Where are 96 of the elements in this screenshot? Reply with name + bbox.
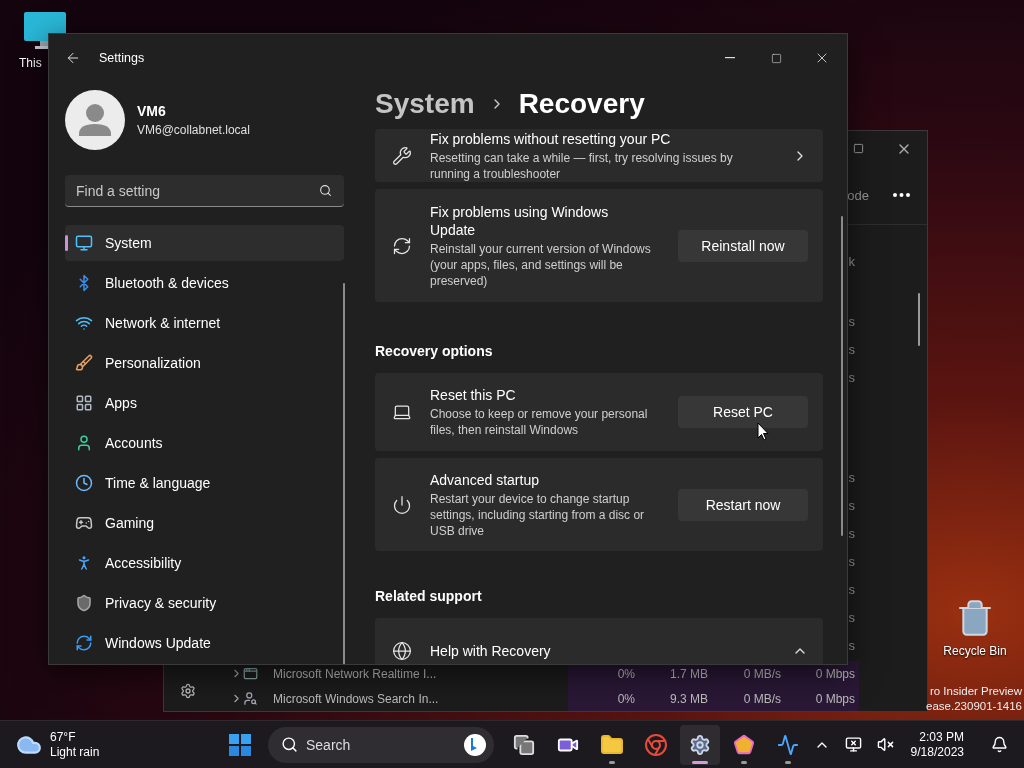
shield-icon: [75, 594, 93, 612]
card-title: Help with Recovery: [430, 642, 551, 660]
person-icon: [75, 434, 93, 452]
column-header-text: k: [848, 254, 855, 269]
user-name: VM6: [137, 103, 167, 119]
nav-item[interactable]: Time & language: [65, 465, 344, 501]
table-cell: 0%: [568, 686, 639, 711]
user-email: VM6@collabnet.local: [137, 123, 250, 137]
card-title: Fix problems using Windows Update: [430, 202, 610, 239]
clock[interactable]: 2:03 PM 9/18/2023: [904, 729, 970, 760]
bell-icon: [990, 736, 1008, 753]
nav-item[interactable]: Accounts: [65, 425, 344, 461]
toolbar-label: ode: [847, 187, 869, 203]
desktop-icon-label[interactable]: Recycle Bin: [943, 644, 1007, 658]
card-title: Fix problems without resetting your PC: [430, 129, 672, 148]
window-icon: [243, 666, 258, 681]
nav-item[interactable]: Windows Update: [65, 625, 344, 661]
brush-icon: [75, 354, 93, 372]
action-button[interactable]: Restart now: [678, 488, 808, 521]
wifi-icon: [75, 314, 93, 332]
nav-item[interactable]: Accessibility: [65, 545, 344, 581]
table-cell: s: [848, 369, 855, 385]
table-cell: s: [848, 609, 855, 625]
card-description: Choose to keep or remove your personal files, then reinstall Windows: [430, 406, 649, 438]
scrollbar[interactable]: [841, 216, 843, 536]
refresh-icon: [392, 235, 412, 256]
minimize-icon: [725, 57, 735, 59]
table-cell: s: [848, 497, 855, 513]
card-description: Restart your device to change startup settings, including starting from a disc or USB drive: [430, 490, 646, 539]
scrollbar[interactable]: [343, 283, 345, 664]
table-cell: s: [848, 637, 855, 653]
four-squares-icon: [229, 733, 251, 756]
build-info-text: ro Insider Preview: [929, 684, 1022, 699]
scrollbar[interactable]: [918, 293, 920, 346]
nav-item[interactable]: Gaming: [65, 505, 344, 541]
wrench-icon: [392, 145, 412, 166]
search-icon: [319, 184, 332, 197]
power-icon: [392, 494, 412, 515]
temperature[interactable]: 67°F: [50, 729, 100, 745]
maximize-icon: [770, 52, 782, 64]
search-field[interactable]: Find a setting: [65, 175, 344, 207]
desktop-icon-label[interactable]: This: [19, 56, 42, 70]
browser-icon: [644, 732, 668, 757]
gear-icon: [689, 733, 711, 756]
muted-speaker-icon: [877, 736, 895, 753]
table-cell: 0 MB/s: [712, 686, 785, 711]
settings-icon[interactable]: [179, 683, 196, 699]
apps-icon: [75, 394, 93, 412]
nav-item[interactable]: Bluetooth & devices: [65, 265, 344, 301]
avatar: [65, 90, 125, 150]
table-cell: s: [848, 581, 855, 597]
table-cell: 9.3 MB: [639, 686, 712, 711]
nav-item[interactable]: Network & internet: [65, 305, 344, 341]
table-cell: s: [848, 341, 855, 357]
folder-icon: [600, 732, 624, 757]
page-title: Recovery: [518, 88, 645, 120]
chart-icon: [777, 733, 799, 756]
clock-icon: [75, 474, 93, 492]
action-button[interactable]: Reinstall now: [678, 229, 808, 262]
action-button[interactable]: Reset PC: [678, 396, 808, 428]
section-heading: Recovery options: [375, 343, 494, 359]
window-title: Settings: [99, 51, 146, 65]
process-name: Microsoft Network Realtime I...: [273, 665, 438, 683]
card-title: Advanced startup: [430, 470, 540, 489]
build-info-text: ease.230901-1416: [926, 699, 1022, 714]
refresh-icon: [75, 634, 93, 652]
nav-item[interactable]: Personalization: [65, 345, 344, 381]
search-field[interactable]: Search: [268, 726, 494, 763]
table-cell: s: [848, 313, 855, 329]
more-icon: [892, 193, 910, 197]
section-heading: Related support: [375, 588, 483, 604]
table-cell: s: [848, 525, 855, 541]
card-title: Reset this PC: [430, 386, 517, 404]
nav-item[interactable]: Apps: [65, 385, 344, 421]
pentagon-icon: [733, 733, 755, 756]
card-description: Resetting can take a while — first, try resolving issues by running a troubleshooter: [430, 149, 734, 182]
cursor-icon: [757, 422, 769, 441]
person-icon: [243, 691, 258, 706]
table-cell: s: [848, 553, 855, 569]
search-icon: [281, 735, 298, 753]
card-description: Reinstall your current version of Windows (your apps, files, and settings will be preserved): [430, 240, 652, 289]
monitor-icon: [845, 736, 863, 753]
taskbar-app[interactable]: [680, 724, 720, 765]
process-name: Microsoft Windows Search In...: [273, 690, 440, 708]
settings-card[interactable]: Fix problems without resetting your PC Resetting can take a while — first, try resolving issues by running a troubleshooter: [375, 129, 823, 182]
table-cell: 0 Mbps: [785, 686, 859, 711]
gamepad-icon: [75, 514, 93, 532]
expander-card[interactable]: Help with Recovery: [375, 618, 823, 664]
nav-item[interactable]: Privacy & security: [65, 585, 344, 621]
monitor-icon: [75, 234, 93, 252]
maximize-icon: [852, 143, 864, 154]
weather-condition[interactable]: Light rain: [50, 744, 100, 760]
table-cell: s: [848, 469, 855, 485]
globe-icon: [392, 641, 412, 661]
nav-item[interactable]: System: [65, 225, 344, 261]
breadcrumb-parent[interactable]: System: [375, 88, 475, 120]
